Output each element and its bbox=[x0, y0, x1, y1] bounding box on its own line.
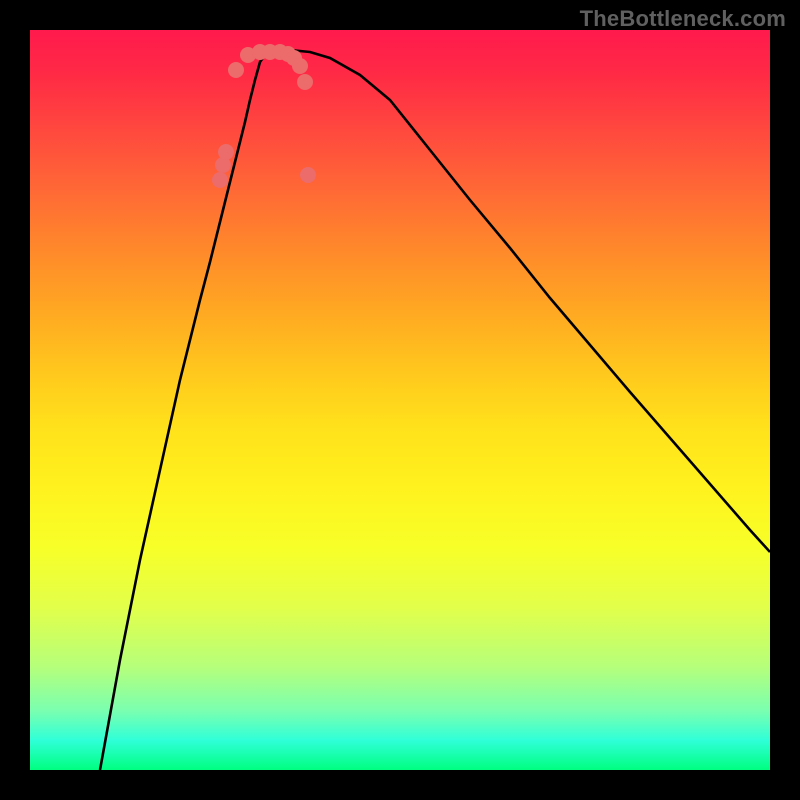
chart-svg bbox=[30, 30, 770, 770]
data-dot bbox=[297, 74, 313, 90]
plot-area bbox=[30, 30, 770, 770]
dot-cluster bbox=[212, 44, 316, 188]
brand-watermark: TheBottleneck.com bbox=[580, 6, 786, 32]
bottleneck-curve bbox=[100, 50, 770, 770]
data-dot bbox=[292, 58, 308, 74]
data-dot bbox=[212, 172, 228, 188]
data-dot bbox=[218, 144, 234, 160]
chart-frame: TheBottleneck.com bbox=[0, 0, 800, 800]
data-dot bbox=[228, 62, 244, 78]
data-dot bbox=[300, 167, 316, 183]
